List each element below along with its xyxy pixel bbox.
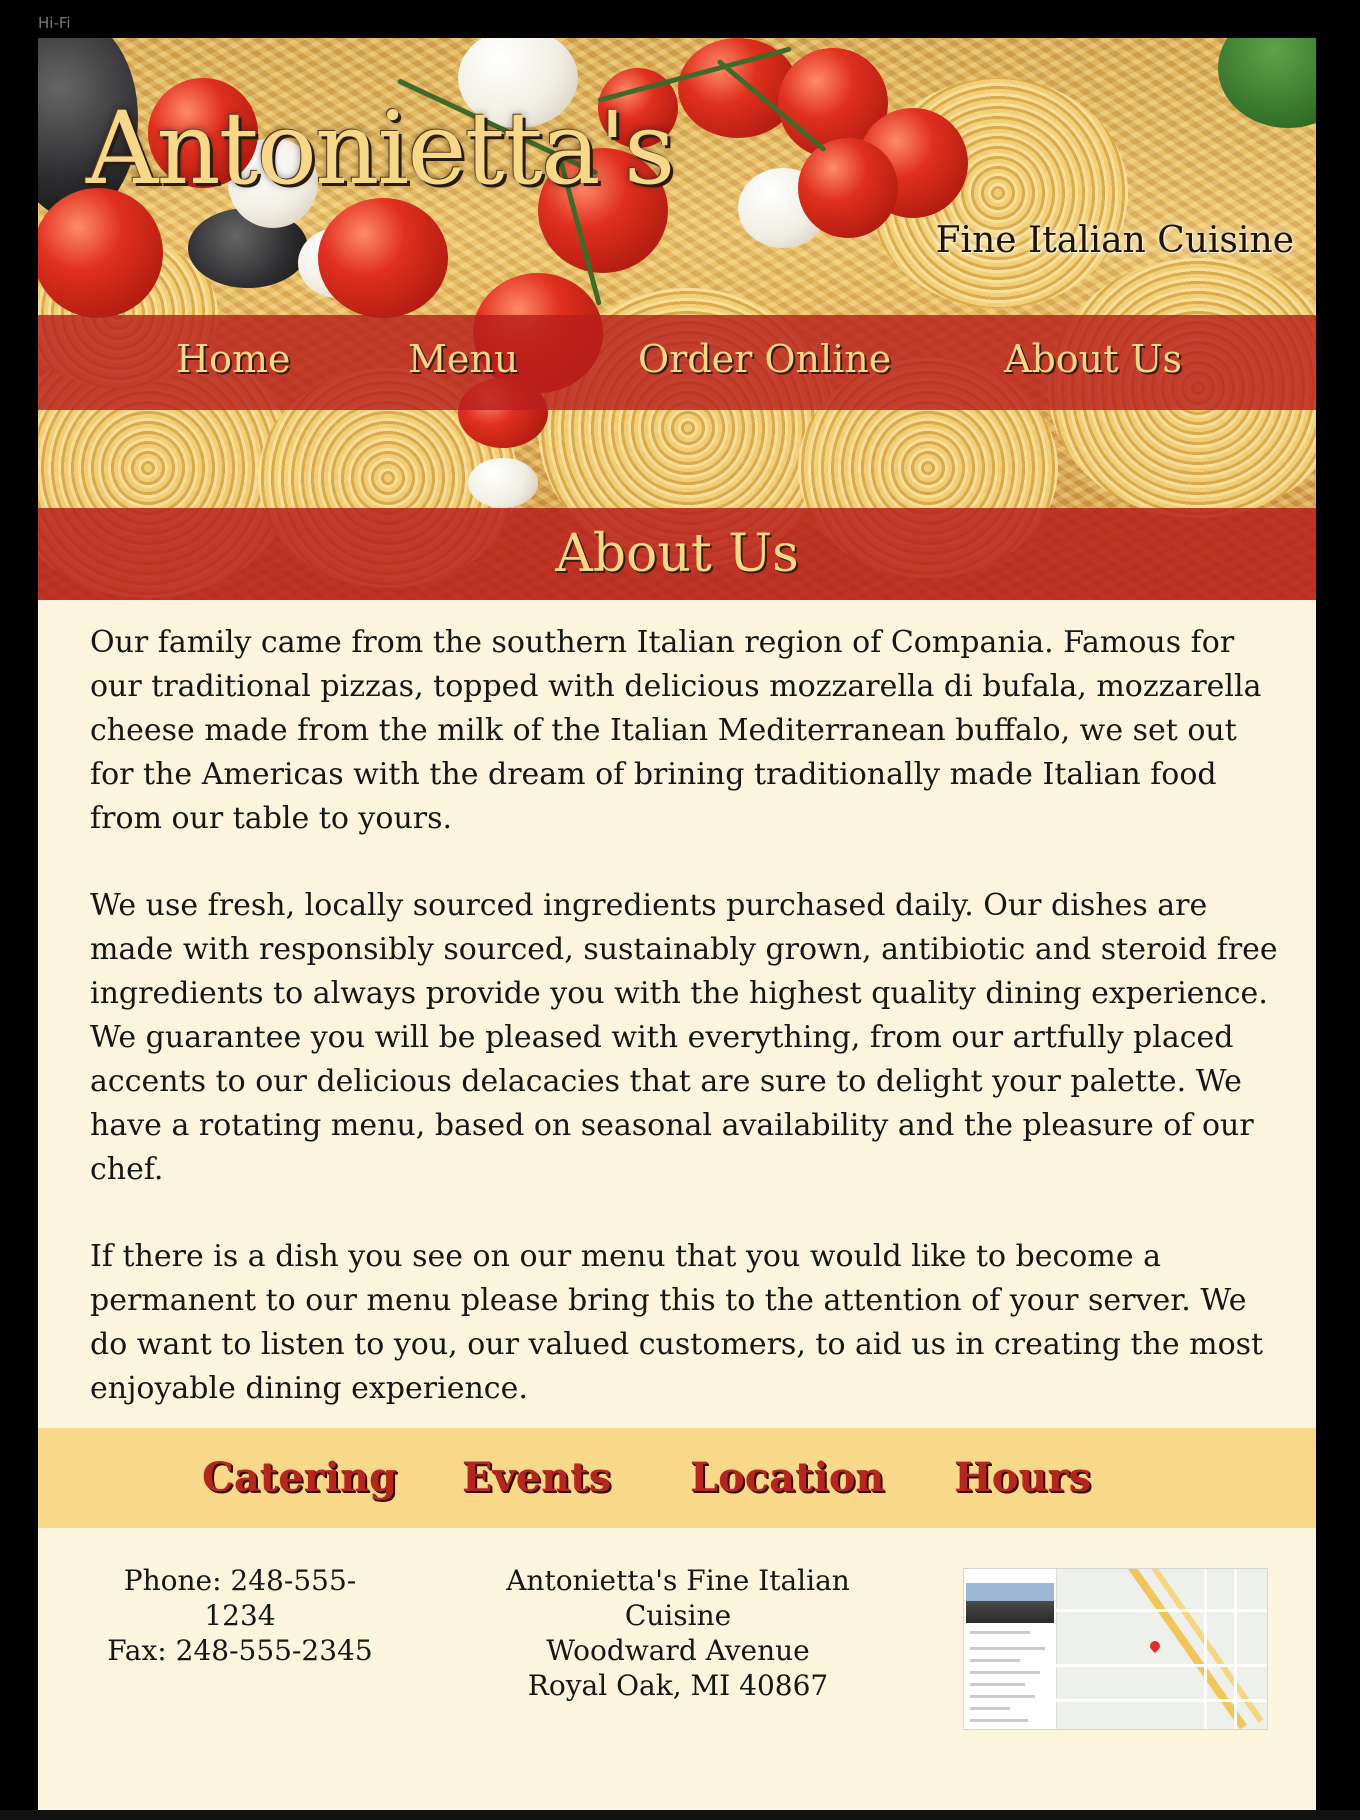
fax-number: Fax: 248-555-2345 [107,1634,373,1667]
main-nav: Home Menu Order Online About Us [38,315,1316,410]
map-pin-icon [1147,1638,1163,1654]
frame-label: Hi-Fi [38,14,71,32]
about-paragraph: We use fresh, locally sourced ingredient… [90,888,1278,1187]
address-line-street: Woodward Avenue [546,1634,810,1667]
address-block: Antonietta's Fine Italian Cuisine Woodwa… [468,1563,888,1703]
map-side-panel [964,1569,1057,1729]
nav-about-us[interactable]: About Us [1004,337,1182,381]
about-paragraph: Our family came from the southern Italia… [90,625,1262,836]
hero-image: Antonietta's Fine Italian Cuisine Home M… [38,38,1316,600]
address-line-name: Antonietta's Fine Italian Cuisine [506,1564,850,1632]
about-content: Our family came from the southern Italia… [90,621,1280,1454]
footer-link-events[interactable]: Events [462,1454,611,1501]
page: Antonietta's Fine Italian Cuisine Home M… [38,38,1316,1810]
page-title: About Us [555,524,799,584]
footer-link-bar: Catering Events Location Hours [38,1428,1316,1528]
phone-number[interactable]: Phone: 248-555-1234 [90,1563,390,1633]
contact-info: Phone: 248-555-1234 Fax: 248-555-2345 [90,1563,390,1668]
footer-link-catering[interactable]: Catering [202,1454,397,1501]
brand-tagline: Fine Italian Cuisine [935,220,1294,261]
address-line-city: Royal Oak, MI 40867 [527,1669,829,1702]
footer-link-location[interactable]: Location [690,1454,885,1501]
about-paragraph: If there is a dish you see on our menu t… [90,1239,1264,1406]
page-title-bar: About Us [38,508,1316,600]
footer-link-hours[interactable]: Hours [954,1454,1091,1501]
nav-home[interactable]: Home [176,337,291,381]
nav-order-online[interactable]: Order Online [638,337,891,381]
bottom-strip [0,1810,1360,1820]
map-thumbnail[interactable] [963,1568,1268,1730]
brand-logo[interactable]: Antonietta's [86,90,675,207]
nav-menu[interactable]: Menu [408,337,518,381]
